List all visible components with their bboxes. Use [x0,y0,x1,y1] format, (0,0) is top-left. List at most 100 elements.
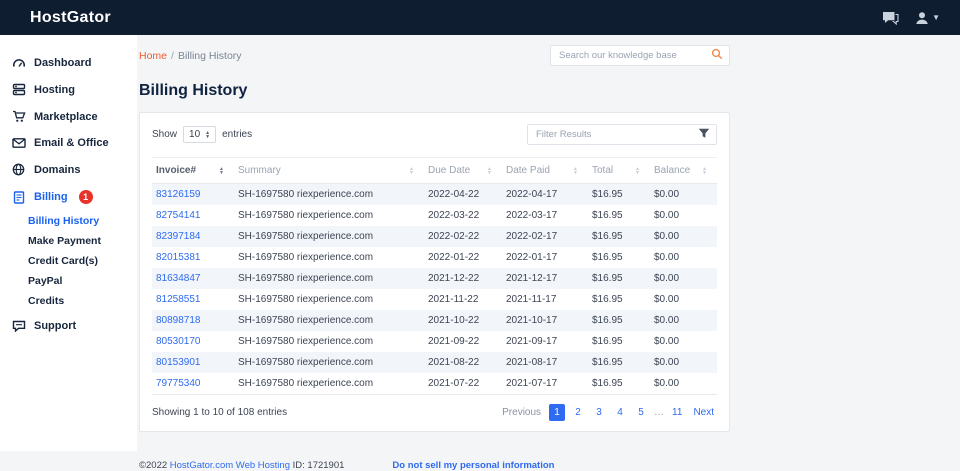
invoice-link[interactable]: 81258551 [156,294,201,305]
column-header[interactable]: Due Date ▲ ▼ [424,157,502,184]
column-header-label: Balance [654,165,691,176]
table-cell: 2021-08-22 [428,357,480,368]
column-header[interactable]: Summary ▲ ▼ [234,157,424,184]
account-id-text: ID: 1721901 [292,460,345,471]
table-cell: SH-1697580 riexperience.com [238,336,374,347]
table-row: 80153901 SH-1697580 riexperience.com 2021-… [152,352,717,373]
column-header[interactable]: Invoice# ▲ ▼ [152,157,234,184]
pagination-page-button[interactable]: 1 [549,404,566,421]
sidebar-item-support[interactable]: Support [0,313,137,339]
table-row: 81258551 SH-1697580 riexperience.com 2021-… [152,289,717,310]
table-cell: $16.95 [592,336,623,347]
sort-icon: ▲ ▼ [219,165,224,176]
table-cell: 2021-10-22 [428,315,480,326]
table-header-row: Invoice# ▲ ▼ Summary ▲ ▼ Due Date ▲ ▼ Date Paid ▲ ▼… [152,157,717,184]
hostgator-footer-link[interactable]: HostGator.com Web Hosting [170,460,290,471]
pagination-page-button[interactable]: 4 [612,404,628,421]
table-cell: $0.00 [654,231,680,242]
invoice-link[interactable]: 80153901 [156,357,201,368]
table-cell: $16.95 [592,210,623,221]
sidebar-subitem-make-payment[interactable]: Make Payment [28,231,137,251]
pagination-page-button[interactable]: 5 [633,404,649,421]
invoice-link[interactable]: 83126159 [156,189,201,200]
column-header-label: Invoice# [156,165,197,176]
column-header[interactable]: Date Paid ▲ ▼ [502,157,588,184]
search-icon[interactable] [711,47,723,65]
invoice-link[interactable]: 82397184 [156,231,201,242]
sidebar-item-hosting[interactable]: Hosting [0,76,137,103]
breadcrumb: Home / Billing History [139,50,242,62]
table-cell: $0.00 [654,252,680,263]
invoice-cell: 82015381 [152,247,234,268]
column-header-label: Due Date [428,165,471,176]
invoice-cell: 81258551 [152,289,234,310]
invoice-link[interactable]: 82015381 [156,252,201,263]
sidebar-item-billing[interactable]: Billing 1 [0,183,137,211]
invoice-link[interactable]: 80898718 [156,315,201,326]
sidebar-item-domains[interactable]: Domains [0,156,137,183]
user-menu[interactable]: ▼ [915,11,940,25]
chat-icon[interactable] [882,11,899,25]
table-cell: 2022-02-17 [506,231,558,242]
filter-input[interactable] [534,128,698,141]
sidebar-subitem-credits[interactable]: Credits [28,291,137,311]
page-title: Billing History [139,82,248,99]
table-cell: SH-1697580 riexperience.com [238,315,374,326]
privacy-link[interactable]: Do not sell my personal information [392,460,554,471]
search-input[interactable] [557,49,711,62]
table-cell: $0.00 [654,336,680,347]
invoice-cell: 80153901 [152,352,234,373]
show-label: Show [152,129,178,140]
table-cell: SH-1697580 riexperience.com [238,189,374,200]
invoice-link[interactable]: 82754141 [156,210,201,221]
invoice-cell: 79775340 [152,373,234,395]
sort-icon: ▲ ▼ [635,165,640,176]
brand-logo[interactable]: HostGator [30,9,111,27]
column-header[interactable]: Balance ▲ ▼ [650,157,717,184]
table-cell: 2022-01-22 [428,252,480,263]
sidebar-item-email-office[interactable]: Email & Office [0,130,137,156]
sidebar-subitem-billing-history[interactable]: Billing History [28,211,137,231]
table-cell: SH-1697580 riexperience.com [238,210,374,221]
pagination: Previous 1 2 3 4 5 … 11 Next [499,404,717,421]
column-header-label: Date Paid [506,165,550,176]
table-cell: SH-1697580 riexperience.com [238,231,374,242]
filter-icon[interactable] [698,126,710,144]
column-header[interactable]: Total ▲ ▼ [588,157,650,184]
pagination-page-button[interactable]: 11 [669,404,685,421]
table-cell: $16.95 [592,315,623,326]
cart-icon [11,110,26,123]
support-chat-icon [11,320,26,332]
entries-per-page-select[interactable]: 10 ▲ ▼ [183,126,217,143]
breadcrumb-home-link[interactable]: Home [139,50,167,62]
invoice-cell: 81634847 [152,268,234,289]
page-footer: ©2022 HostGator.com Web Hosting ID: 1721… [139,460,731,471]
table-cell: 2021-11-22 [428,294,479,305]
pagination-page-button[interactable]: 3 [591,404,607,421]
pagination-prev-button[interactable]: Previous [499,404,544,421]
topbar-actions: ▼ [882,11,940,25]
table-cell: $0.00 [654,273,680,284]
sort-icon: ▲ ▼ [573,165,578,176]
copyright-text: ©2022 [139,460,168,471]
envelope-icon [11,137,26,149]
pagination-page-button[interactable]: 2 [570,404,586,421]
table-cell: 2022-03-17 [506,210,558,221]
pagination-next-button[interactable]: Next [690,404,717,421]
invoice-link[interactable]: 79775340 [156,378,201,389]
sidebar-item-marketplace[interactable]: Marketplace [0,103,137,130]
sidebar-subitem-credit-cards[interactable]: Credit Card(s) [28,251,137,271]
table-cell: $16.95 [592,357,623,368]
invoice-cell: 80530170 [152,331,234,352]
table-cell: $16.95 [592,231,623,242]
table-cell: $16.95 [592,273,623,284]
sidebar-item-dashboard[interactable]: Dashboard [0,49,137,76]
table-cell: SH-1697580 riexperience.com [238,357,374,368]
sort-icon: ▲ ▼ [409,165,414,176]
sidebar-subitem-paypal[interactable]: PayPal [28,271,137,291]
table-cell: 2021-07-17 [502,373,588,395]
main-content: Home/Billing History Billing History Sho… [137,35,960,471]
invoice-link[interactable]: 80530170 [156,336,201,347]
billing-submenu: Billing History Make Payment Credit Card… [0,211,137,313]
invoice-link[interactable]: 81634847 [156,273,201,284]
